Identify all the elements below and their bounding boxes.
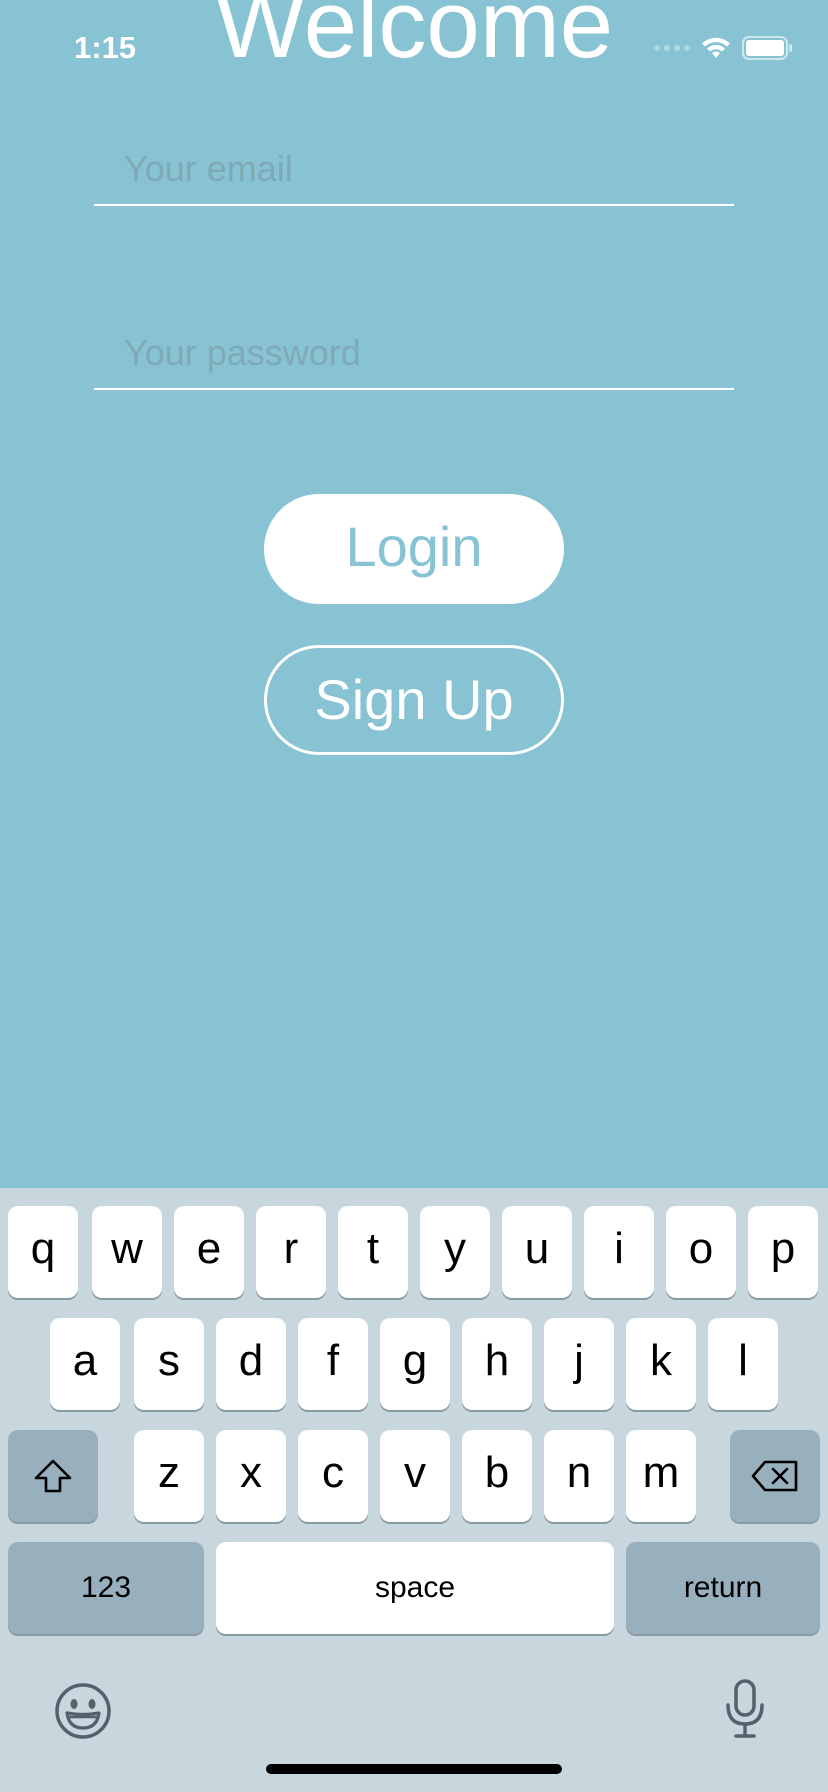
key-v[interactable]: v (380, 1430, 450, 1522)
key-q[interactable]: q (8, 1206, 78, 1298)
key-f[interactable]: f (298, 1318, 368, 1410)
key-b[interactable]: b (462, 1430, 532, 1522)
login-screen: 1:15 Welcome Login Sign Up (0, 0, 828, 1792)
key-l[interactable]: l (708, 1318, 778, 1410)
password-field-container (94, 318, 734, 390)
numbers-key[interactable]: 123 (8, 1542, 204, 1634)
delete-key[interactable] (730, 1430, 820, 1522)
space-key[interactable]: space (216, 1542, 614, 1634)
key-p[interactable]: p (748, 1206, 818, 1298)
key-r[interactable]: r (256, 1206, 326, 1298)
key-j[interactable]: j (544, 1318, 614, 1410)
key-w[interactable]: w (92, 1206, 162, 1298)
key-e[interactable]: e (174, 1206, 244, 1298)
page-title: Welcome (214, 0, 614, 78)
email-field[interactable] (94, 134, 734, 204)
key-o[interactable]: o (666, 1206, 736, 1298)
key-z[interactable]: z (134, 1430, 204, 1522)
email-field-container (94, 134, 734, 206)
home-indicator[interactable] (266, 1764, 562, 1774)
key-a[interactable]: a (50, 1318, 120, 1410)
return-key[interactable]: return (626, 1542, 820, 1634)
key-d[interactable]: d (216, 1318, 286, 1410)
signup-button[interactable]: Sign Up (264, 645, 564, 755)
login-button[interactable]: Login (264, 494, 564, 604)
on-screen-keyboard: q w e r t y u i o p a s d f g h j k l z … (0, 1188, 828, 1792)
password-field[interactable] (94, 318, 734, 388)
key-t[interactable]: t (338, 1206, 408, 1298)
emoji-icon[interactable] (54, 1682, 112, 1745)
key-u[interactable]: u (502, 1206, 572, 1298)
key-i[interactable]: i (584, 1206, 654, 1298)
backspace-icon (751, 1460, 798, 1492)
key-s[interactable]: s (134, 1318, 204, 1410)
microphone-icon[interactable] (724, 1678, 766, 1745)
shift-icon (34, 1459, 72, 1493)
shift-key[interactable] (8, 1430, 98, 1522)
key-c[interactable]: c (298, 1430, 368, 1522)
key-x[interactable]: x (216, 1430, 286, 1522)
key-m[interactable]: m (626, 1430, 696, 1522)
key-y[interactable]: y (420, 1206, 490, 1298)
key-h[interactable]: h (462, 1318, 532, 1410)
key-g[interactable]: g (380, 1318, 450, 1410)
key-n[interactable]: n (544, 1430, 614, 1522)
key-k[interactable]: k (626, 1318, 696, 1410)
